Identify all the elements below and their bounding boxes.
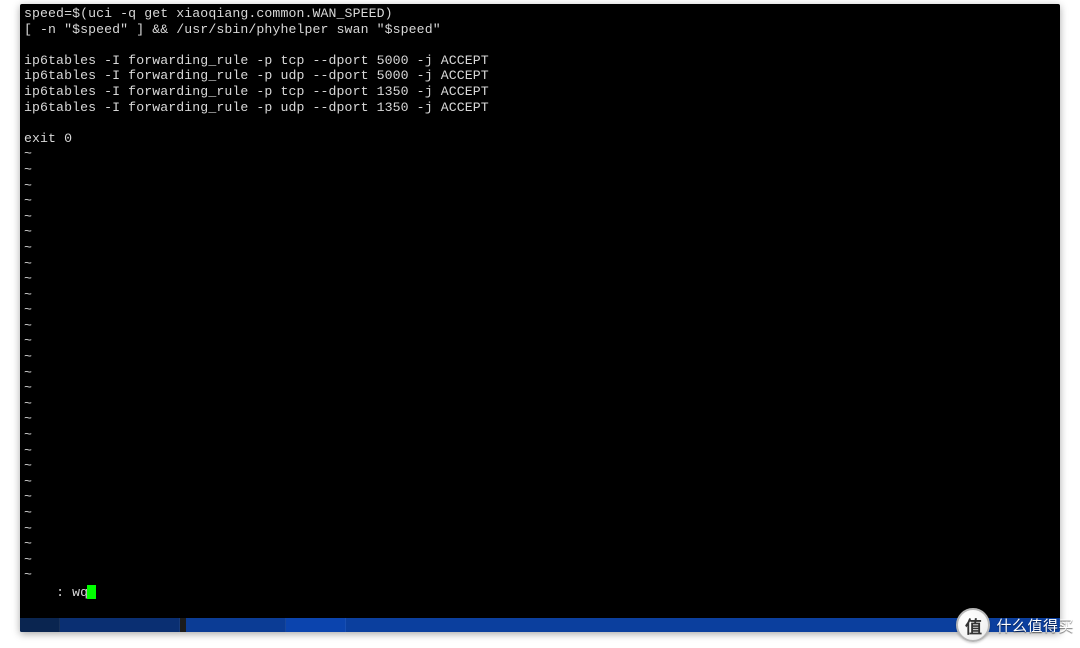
editor-empty-line: ~	[24, 567, 1056, 583]
editor-empty-line: ~	[24, 521, 1056, 537]
editor-empty-line: ~	[24, 318, 1056, 334]
editor-line	[24, 37, 1056, 53]
editor-empty-line: ~	[24, 271, 1056, 287]
taskbar	[20, 618, 1060, 632]
editor-empty-line: ~	[24, 536, 1056, 552]
editor-empty-line: ~	[24, 256, 1056, 272]
editor-empty-line: ~	[24, 224, 1056, 240]
editor-line: [ -n "$speed" ] && /usr/sbin/phyhelper s…	[24, 22, 1056, 38]
editor-line	[24, 115, 1056, 131]
editor-empty-line: ~	[24, 349, 1056, 365]
editor-empty-line: ~	[24, 365, 1056, 381]
editor-line: ip6tables -I forwarding_rule -p udp --dp…	[24, 68, 1056, 84]
terminal-window: speed=$(uci -q get xiaoqiang.common.WAN_…	[20, 4, 1060, 632]
command-prefix: :	[56, 585, 72, 600]
taskbar-segment	[286, 618, 346, 632]
editor-empty-line: ~	[24, 411, 1056, 427]
editor-empty-line: ~	[24, 505, 1056, 521]
command-text: wq	[72, 585, 88, 600]
editor-empty-line: ~	[24, 380, 1056, 396]
taskbar-segment	[20, 618, 60, 632]
taskbar-segment	[60, 618, 180, 632]
editor-line: speed=$(uci -q get xiaoqiang.common.WAN_…	[24, 6, 1056, 22]
editor-line: exit 0	[24, 131, 1056, 147]
editor-empty-line: ~	[24, 240, 1056, 256]
editor-empty-line: ~	[24, 443, 1056, 459]
editor-empty-line: ~	[24, 302, 1056, 318]
editor-empty-line: ~	[24, 552, 1056, 568]
editor-empty-line: ~	[24, 146, 1056, 162]
cursor-block	[87, 585, 96, 599]
editor-empty-line: ~	[24, 427, 1056, 443]
editor-line: ip6tables -I forwarding_rule -p udp --dp…	[24, 100, 1056, 116]
taskbar-segment	[186, 618, 286, 632]
editor-line: ip6tables -I forwarding_rule -p tcp --dp…	[24, 84, 1056, 100]
editor-empty-line: ~	[24, 333, 1056, 349]
editor-empty-line: ~	[24, 178, 1056, 194]
editor-empty-line: ~	[24, 209, 1056, 225]
editor-empty-line: ~	[24, 474, 1056, 490]
editor-empty-line: ~	[24, 162, 1056, 178]
editor-empty-line: ~	[24, 396, 1056, 412]
editor-empty-line: ~	[24, 458, 1056, 474]
taskbar-segment	[346, 618, 1060, 632]
editor-empty-line: ~	[24, 287, 1056, 303]
editor-empty-line: ~	[24, 193, 1056, 209]
editor-empty-line: ~	[24, 489, 1056, 505]
vi-command-line[interactable]: : wq	[24, 569, 96, 616]
editor-buffer[interactable]: speed=$(uci -q get xiaoqiang.common.WAN_…	[24, 6, 1056, 583]
editor-line: ip6tables -I forwarding_rule -p tcp --dp…	[24, 53, 1056, 69]
